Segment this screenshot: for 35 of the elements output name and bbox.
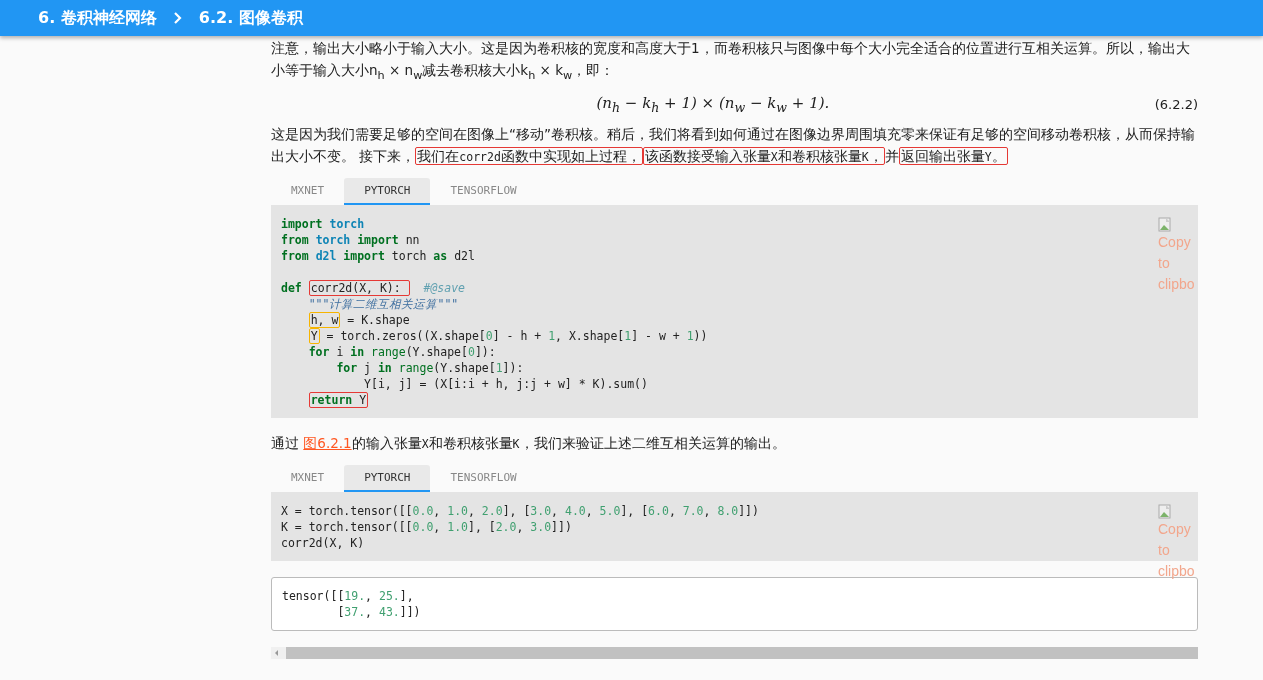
code-line: """计算二维互相关运算""" (307, 295, 460, 312)
code-line: K = torch.tensor([[0.0, 1.0], [2.0, 3.0]]) (281, 518, 573, 535)
code-line: for i in range(Y.shape[0]): (307, 343, 497, 360)
breadcrumb-link[interactable]: 6.2. 图像卷积 (198, 7, 303, 29)
code-line: corr2d(X, K) (281, 534, 366, 551)
broken-image-icon[interactable] (1158, 503, 1172, 519)
code-line: Y[i, j] = (X[i:i + h, j:j + w] * K).sum() (363, 375, 649, 392)
code-line: import torch (281, 215, 366, 232)
scroll-left-arrow-icon[interactable] (274, 648, 280, 657)
chevron-right-icon (172, 12, 183, 24)
code-tab[interactable]: PYTORCH (344, 464, 431, 492)
code-line: h, w = K.shape (307, 311, 411, 328)
code-line: X = torch.tensor([[0.0, 1.0, 2.0], [3.0, 4.0, 5.0], [6.0, 7.0, 8.0]]) (281, 502, 760, 519)
figure-link[interactable]: 图6.2.1 (303, 434, 352, 451)
code-tab[interactable]: TENSORFLOW (430, 464, 537, 492)
output-line: tensor([[19., 25.], (282, 587, 415, 604)
breadcrumb-link[interactable]: 6. 卷积神经网络 (38, 7, 157, 29)
code-line: Y = torch.zeros((X.shape[0] - h + 1, X.shape[1] - w + 1)) (307, 327, 709, 344)
code-tab[interactable]: TENSORFLOW (430, 177, 537, 205)
paragraph: 这是因为我们需要足够的空间在图像上“移动”卷积核。稍后，我们将看到如何通过在图像边界周围填充零来保证有足够的空间移动卷积核，从而保持输出大小不变。 接下来，我们在corr2d函数中实现如上过程， 该函数接受输入张量X和卷积核张量K，并返回输出张量Y。 (271, 124, 1196, 167)
code-tab[interactable]: PYTORCH (344, 177, 431, 205)
paragraph: 注意，输出大小略小于输入大小。这是因为卷积核的宽度和高度大于1，而卷积核只与图像中每个大小完全适合的位置进行互相关运算。所以，输出大小等于输入大小n$_{h}$ × n$_{w}$减去卷积核大小k$_{h}$ × k$_{w}$，即： (271, 39, 1191, 84)
horizontal-scrollbar[interactable] (271, 646, 1198, 659)
equation-number: (6.2.2) (1154, 97, 1198, 113)
math-formula: (n$_{h}$ − k$_{h}$ + 1) × (n$_{w}$ − k$_{w}$ + 1). (595, 94, 831, 116)
code-tab[interactable]: MXNET (271, 177, 345, 205)
paragraph: 通过 图6.2.1的输入张量X和卷积核张量K，我们来验证上述二维互相关运算的输出。 (271, 433, 787, 453)
code-tab[interactable]: MXNET (271, 464, 345, 492)
code-line: def corr2d(X, K): #@save (281, 278, 467, 296)
broken-image-icon[interactable] (1158, 216, 1172, 232)
code-line: from torch import nn (281, 231, 421, 248)
copy-button-alt-text[interactable]: Copy to clipbo (1158, 518, 1198, 582)
code-line: for j in range(Y.shape[1]): (335, 359, 525, 376)
output-line: [37., 43.]]) (336, 603, 422, 620)
code-line: from d2l import torch as d2l (281, 247, 476, 264)
